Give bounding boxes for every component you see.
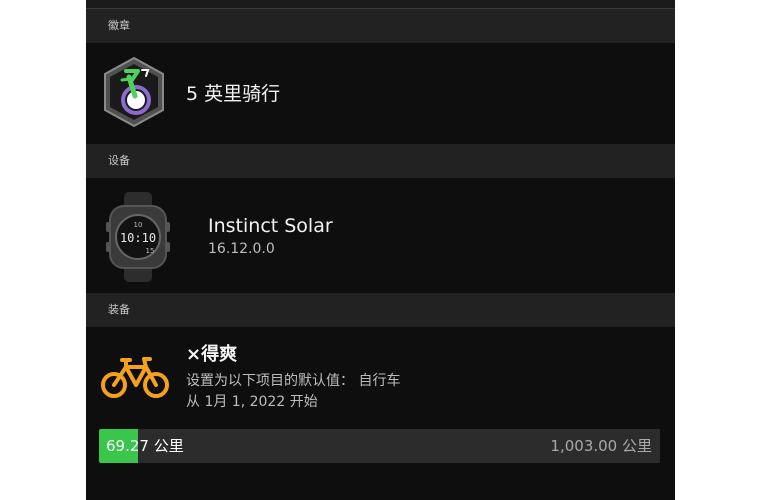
distance-current: 69.27 公里 xyxy=(106,437,184,455)
watch-face-top: 10 xyxy=(134,221,143,229)
watch-face-bottom: 15 xyxy=(146,247,155,255)
gear-row[interactable]: ×得爽 设置为以下项目的默认值： 自行车 从 1月 1, 2022 开始 69.… xyxy=(86,327,675,500)
distance-total: 1,003.00 公里 xyxy=(550,437,652,455)
badge-title: 5 英里骑行 xyxy=(186,83,281,105)
cycling-badge-icon xyxy=(104,56,164,128)
app-panel: 徽章 5 英里骑行 设备 10:10 10 15 Instinct Solar … xyxy=(86,0,675,500)
device-name: Instinct Solar xyxy=(208,215,333,237)
device-row[interactable]: 10:10 10 15 Instinct Solar 16.12.0.0 xyxy=(86,178,675,293)
section-header-devices: 设备 xyxy=(86,144,675,178)
watch-face-time: 10:10 xyxy=(120,231,156,245)
section-header-gear: 装备 xyxy=(86,293,675,327)
gear-since-label: 从 1月 1, 2022 开始 xyxy=(186,394,318,410)
device-version: 16.12.0.0 xyxy=(208,241,275,257)
section-header-badges: 徽章 xyxy=(86,9,675,43)
gear-name: ×得爽 xyxy=(186,344,238,365)
bike-icon xyxy=(101,357,169,398)
badge-row[interactable]: 5 英里骑行 xyxy=(86,43,675,144)
distance-progress-bar: 69.27 公里 1,003.00 公里 xyxy=(99,429,660,463)
top-divider xyxy=(86,0,675,9)
gear-default-label: 设置为以下项目的默认值： 自行车 xyxy=(186,373,401,389)
watch-image: 10:10 10 15 xyxy=(106,192,170,282)
